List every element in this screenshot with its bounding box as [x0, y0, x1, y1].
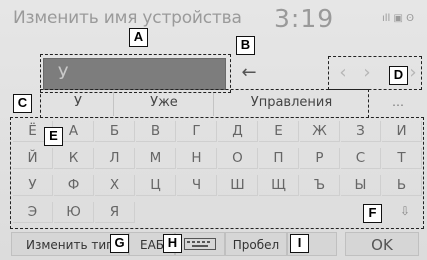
backspace-icon: ←: [241, 62, 257, 83]
screen-title: Изменить имя устройства: [13, 8, 242, 28]
callout-label-d: D: [389, 66, 408, 85]
callout-label-i: I: [290, 234, 309, 253]
keyboard-layout-button[interactable]: [175, 232, 225, 256]
callout-label-b: B: [236, 36, 255, 55]
callout-region-a: [40, 54, 231, 93]
abc-layout-label: ЕАБ: [139, 238, 165, 252]
space-button[interactable]: Пробел: [225, 232, 287, 256]
callout-label-f: F: [363, 204, 382, 223]
keyboard-icon: [184, 234, 216, 256]
callout-region-c: [40, 89, 369, 118]
callout-label-g: G: [110, 234, 129, 253]
space-label: Пробел: [232, 238, 280, 252]
backspace-button[interactable]: ←: [230, 58, 268, 90]
ok-label: OK: [371, 236, 393, 254]
callout-label-h: H: [163, 234, 182, 253]
callout-label-c: C: [13, 94, 32, 113]
status-icons: ıll ▣ ʘ: [382, 13, 415, 24]
change-type-label: Изменить тип: [26, 238, 114, 252]
clock: 3:19: [274, 4, 335, 33]
callout-region-e: [10, 117, 424, 229]
callout-label-a: A: [129, 28, 148, 47]
callout-label-e: E: [44, 127, 63, 146]
more-suggestions-button[interactable]: …: [378, 92, 418, 116]
device-name-edit-screen: Изменить имя устройства 3:19 ıll ▣ ʘ У ←…: [0, 0, 427, 260]
ok-button[interactable]: OK: [345, 232, 419, 256]
